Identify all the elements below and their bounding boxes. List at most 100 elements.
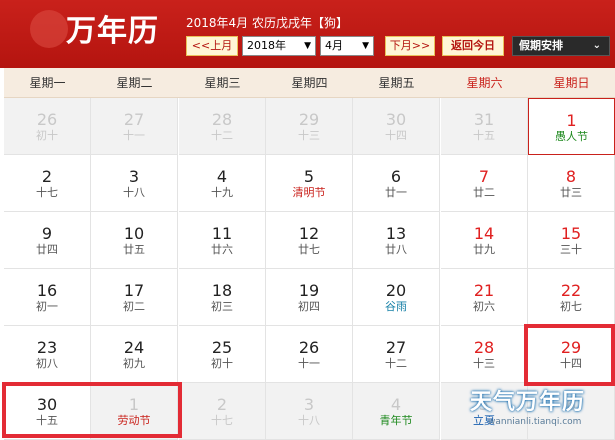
day-number: 3 — [303, 395, 315, 414]
day-cell[interactable]: 21 初六 — [441, 269, 528, 326]
day-cell[interactable]: 5 清明节 — [266, 155, 353, 212]
lunar-date: 十一 — [298, 357, 320, 370]
lunar-date: 十二 — [385, 357, 407, 370]
day-number: 22 — [560, 281, 582, 300]
day-cell[interactable]: 4 十九 — [179, 155, 266, 212]
day-cell[interactable]: 10 廿五 — [91, 212, 178, 269]
return-today-button[interactable]: 返回今日 — [442, 36, 504, 56]
lunar-date: 初十 — [211, 357, 233, 370]
lunar-date: 十九 — [211, 186, 233, 199]
lunar-date: 十七 — [211, 414, 233, 427]
month-select[interactable]: 4月 ▼ — [320, 36, 374, 56]
chevron-down-icon: ⌄ — [592, 40, 601, 51]
day-cell[interactable]: 13 廿八 — [353, 212, 440, 269]
chevron-down-icon: ▼ — [304, 41, 311, 51]
day-cell[interactable]: 1 愚人节 — [528, 98, 615, 155]
lunar-date: 十三 — [298, 129, 320, 142]
day-number: 30 — [385, 110, 407, 129]
day-cell[interactable]: 15 三十 — [528, 212, 615, 269]
lunar-date: 十四 — [385, 129, 407, 142]
day-cell[interactable]: 1 劳动节 — [91, 383, 178, 440]
calendar-header: 万年历 2018年4月 农历戊戌年【狗】 <<上月 2018年 ▼ 4月 ▼ 下… — [0, 0, 615, 68]
chevron-down-icon: ▼ — [362, 41, 369, 51]
day-number: 15 — [560, 224, 582, 243]
watermark-name: 天气万年历 — [470, 390, 586, 415]
day-number: 16 — [36, 281, 58, 300]
day-cell[interactable]: 2 十七 — [4, 155, 91, 212]
day-number: 14 — [473, 224, 495, 243]
day-cell[interactable]: 11 廿六 — [179, 212, 266, 269]
day-cell[interactable]: 26 初十 — [4, 98, 91, 155]
lunar-date: 十八 — [298, 414, 320, 427]
festival-label: 清明节 — [292, 186, 326, 199]
weekday-header: 星期一 星期二 星期三 星期四 星期五 星期六 星期日 — [4, 68, 615, 98]
day-number: 29 — [298, 110, 320, 129]
weekday-label: 星期四 — [291, 76, 328, 90]
day-cell[interactable]: 17 初二 — [91, 269, 178, 326]
festival-label: 愚人节 — [555, 130, 588, 143]
day-cell[interactable]: 30 十五 — [4, 383, 91, 440]
lunar-date: 廿五 — [123, 243, 145, 256]
day-cell[interactable]: 8 廿三 — [528, 155, 615, 212]
day-number: 6 — [390, 167, 402, 186]
lunar-date: 初四 — [298, 300, 320, 313]
lunar-date: 初九 — [123, 357, 145, 370]
day-cell[interactable]: 16 初一 — [4, 269, 91, 326]
day-cell[interactable]: 18 初三 — [179, 269, 266, 326]
weekday-label: 星期二 — [116, 76, 153, 90]
day-number: 3 — [128, 167, 140, 186]
prev-month-button[interactable]: <<上月 — [186, 36, 238, 56]
year-select[interactable]: 2018年 ▼ — [242, 36, 316, 56]
day-cell[interactable]: 12 廿七 — [266, 212, 353, 269]
day-cell[interactable]: 14 廿九 — [441, 212, 528, 269]
day-cell[interactable]: 31 十五 — [441, 98, 528, 155]
day-cell[interactable]: 2 十七 — [179, 383, 266, 440]
day-cell[interactable]: 7 廿二 — [441, 155, 528, 212]
weekday-label: 星期一 — [29, 76, 66, 90]
lunar-date: 三十 — [560, 243, 582, 256]
day-number: 29 — [560, 338, 582, 357]
lunar-date: 廿四 — [36, 243, 58, 256]
day-cell[interactable]: 22 初七 — [528, 269, 615, 326]
year-select-value: 2018年 — [247, 39, 286, 52]
day-number: 2 — [216, 395, 228, 414]
day-number: 7 — [478, 167, 490, 186]
day-number: 23 — [36, 338, 58, 357]
day-cell[interactable]: 29 十四 — [528, 326, 615, 383]
holiday-select[interactable]: 假期安排 ⌄ — [512, 36, 610, 56]
weekday-label: 星期六 — [466, 76, 503, 90]
day-number: 26 — [36, 110, 58, 129]
day-number: 2 — [41, 167, 53, 186]
lunar-date: 十一 — [123, 129, 145, 142]
day-cell[interactable]: 24 初九 — [91, 326, 178, 383]
day-number: 4 — [390, 395, 402, 414]
day-cell[interactable]: 3 十八 — [266, 383, 353, 440]
day-cell[interactable]: 26 十一 — [266, 326, 353, 383]
day-cell[interactable]: 4 青年节 — [353, 383, 440, 440]
lunar-date: 十四 — [560, 357, 582, 370]
day-number: 28 — [473, 338, 495, 357]
day-cell[interactable]: 27 十一 — [91, 98, 178, 155]
day-cell[interactable]: 23 初八 — [4, 326, 91, 383]
day-cell[interactable]: 19 初四 — [266, 269, 353, 326]
day-cell[interactable]: 20 谷雨 — [353, 269, 440, 326]
day-number: 12 — [298, 224, 320, 243]
lunar-date: 十二 — [211, 129, 233, 142]
day-cell[interactable]: 3 十八 — [91, 155, 178, 212]
dog-logo-icon — [30, 10, 68, 48]
day-cell[interactable]: 9 廿四 — [4, 212, 91, 269]
calendar-grid: 26 初十 27 十一 28 十二 29 十三 30 十四 31 十五 1 愚人节 2 十七 3 十八 4 十九 5 清明… — [4, 98, 615, 440]
day-number: 11 — [211, 224, 233, 243]
day-cell[interactable]: 29 十三 — [266, 98, 353, 155]
day-cell[interactable]: 30 十四 — [353, 98, 440, 155]
day-cell[interactable]: 6 廿一 — [353, 155, 440, 212]
holiday-select-label: 假期安排 — [519, 39, 563, 52]
day-cell[interactable]: 25 初十 — [179, 326, 266, 383]
next-month-button[interactable]: 下月>> — [385, 36, 435, 56]
weekday-label: 星期日 — [553, 76, 590, 90]
watermark-url: wannianli.tianqi.com — [488, 417, 582, 427]
day-cell[interactable]: 28 十三 — [441, 326, 528, 383]
day-number: 28 — [211, 110, 233, 129]
day-cell[interactable]: 28 十二 — [179, 98, 266, 155]
day-cell[interactable]: 27 十二 — [353, 326, 440, 383]
